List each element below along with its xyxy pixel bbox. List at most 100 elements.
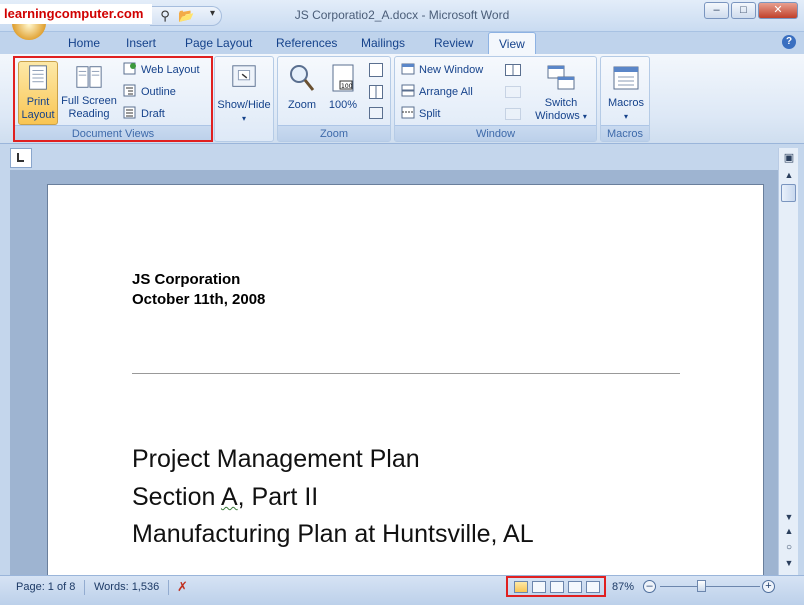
macros-icon	[613, 66, 639, 90]
switch-windows-button[interactable]: Switch Windows ▾	[531, 61, 591, 127]
draft-icon	[123, 106, 136, 119]
outline-button[interactable]: Outline	[123, 83, 176, 101]
zoom-in-icon[interactable]: +	[762, 580, 775, 593]
split-button[interactable]: Split	[401, 105, 440, 123]
arrange-all-button[interactable]: Arrange All	[401, 83, 473, 101]
outline-icon	[123, 84, 136, 97]
group-zoom: Zoom 100 100% Zoom	[277, 56, 391, 142]
new-window-icon	[401, 63, 415, 75]
switch-windows-label-1: Switch	[544, 97, 578, 109]
print-layout-label-2: Layout	[21, 109, 55, 121]
ribbon: Print Layout Full Screen Reading Web Lay…	[0, 54, 804, 144]
tab-view[interactable]: View	[488, 32, 536, 55]
print-layout-button[interactable]: Print Layout	[18, 61, 58, 125]
tab-page-layout[interactable]: Page Layout	[185, 36, 252, 50]
scroll-up-icon[interactable]: ▲	[781, 170, 797, 180]
tab-insert[interactable]: Insert	[126, 36, 156, 50]
group-label-zoom: Zoom	[278, 125, 390, 141]
status-print-layout-icon[interactable]	[514, 581, 528, 593]
status-outline-icon[interactable]	[568, 581, 582, 593]
arrange-all-icon	[401, 84, 415, 97]
two-pages-icon[interactable]	[369, 85, 383, 99]
help-icon[interactable]: ?	[782, 35, 796, 49]
status-full-screen-reading-icon[interactable]	[532, 581, 546, 593]
tab-references[interactable]: References	[276, 36, 337, 50]
watermark: learningcomputer.com	[0, 4, 152, 24]
zoom-out-icon[interactable]: –	[643, 580, 656, 593]
switch-windows-dropdown-icon: ▾	[582, 112, 587, 121]
doc-title-line-3: Manufacturing Plan at Huntsville, AL	[132, 520, 534, 548]
title-bar: learningcomputer.com ⚲ 📂 ▾ JS Corporatio…	[0, 0, 804, 32]
group-window: New Window Arrange All Split Switch Wind…	[394, 56, 597, 142]
macros-label: Macros	[607, 97, 645, 109]
ribbon-tabs: Home Insert Page Layout References Maili…	[0, 32, 804, 55]
document-area[interactable]: JS Corporation October 11th, 2008 Projec…	[10, 170, 778, 575]
select-browse-object-icon[interactable]: ○	[781, 542, 797, 553]
globe-icon	[123, 62, 136, 75]
page-count[interactable]: Page: 1 of 8	[16, 581, 75, 593]
header-date: October 11th, 2008	[132, 291, 266, 308]
document-page[interactable]: JS Corporation October 11th, 2008 Projec…	[47, 184, 764, 575]
proofing-errors-icon[interactable]: ✗	[177, 579, 188, 595]
print-layout-icon	[29, 65, 47, 90]
doc-title-line-2: Section A, Part II	[132, 483, 319, 511]
status-draft-icon[interactable]	[586, 581, 600, 593]
full-screen-reading-label-1: Full Screen	[61, 95, 117, 107]
group-document-views: Print Layout Full Screen Reading Web Lay…	[14, 56, 212, 142]
group-macros: Macros ▾ Macros	[600, 56, 650, 142]
doc-title-line-1: Project Management Plan	[132, 445, 420, 473]
group-label-document-views: Document Views	[15, 125, 211, 141]
zoom-button[interactable]: Zoom	[282, 61, 322, 121]
draft-button[interactable]: Draft	[123, 105, 165, 123]
zoom-slider-track[interactable]	[660, 586, 760, 587]
previous-page-icon[interactable]: ▲	[781, 526, 797, 536]
new-window-button[interactable]: New Window	[401, 61, 483, 79]
close-button[interactable]: ✕	[758, 2, 798, 19]
status-bar: Page: 1 of 8 Words: 1,536 ✗ 87% – +	[0, 575, 804, 605]
print-layout-label-1: Print	[26, 96, 50, 108]
status-web-layout-icon[interactable]	[550, 581, 564, 593]
zoom-100-button[interactable]: 100 100%	[324, 61, 362, 121]
one-page-icon[interactable]	[369, 63, 383, 77]
zoom-100-label: 100%	[328, 99, 358, 111]
switch-windows-label-2: Windows ▾	[535, 110, 587, 122]
reset-window-position-icon	[505, 108, 521, 120]
header-company: JS Corporation	[132, 271, 241, 288]
scroll-thumb[interactable]	[781, 184, 796, 202]
tab-home[interactable]: Home	[68, 36, 100, 50]
split-icon	[401, 106, 415, 119]
show-hide-dropdown-icon: ▾	[241, 114, 246, 123]
tab-review[interactable]: Review	[434, 36, 473, 50]
macros-button[interactable]: Macros ▾	[603, 61, 649, 127]
zoom-100-icon: 100	[332, 64, 354, 92]
next-page-icon[interactable]: ▼	[781, 558, 797, 568]
web-layout-button[interactable]: Web Layout	[123, 61, 200, 79]
minimize-button[interactable]: –	[704, 2, 729, 19]
full-screen-reading-label-2: Reading	[68, 108, 110, 120]
group-label-macros: Macros	[601, 125, 649, 141]
view-side-by-side-icon[interactable]	[505, 64, 521, 76]
show-hide-button[interactable]: Show/Hide ▾	[215, 61, 273, 127]
tab-selector[interactable]	[10, 148, 32, 168]
maximize-button[interactable]: □	[731, 2, 756, 19]
macros-dropdown-icon: ▾	[623, 112, 628, 121]
full-screen-reading-icon	[76, 66, 102, 88]
group-label-window: Window	[395, 125, 596, 141]
show-hide-icon	[232, 65, 256, 87]
horizontal-rule	[132, 373, 680, 374]
svg-text:100: 100	[341, 83, 353, 90]
view-ruler-icon[interactable]: ▣	[781, 151, 797, 164]
tab-mailings[interactable]: Mailings	[361, 36, 405, 50]
zoom-slider-thumb[interactable]	[697, 580, 706, 592]
zoom-button-label: Zoom	[287, 99, 317, 111]
spelling-flag: A	[220, 483, 238, 511]
word-count[interactable]: Words: 1,536	[94, 581, 159, 593]
full-screen-reading-button[interactable]: Full Screen Reading	[59, 61, 119, 125]
switch-windows-icon	[547, 65, 575, 90]
group-show-hide: Show/Hide ▾	[214, 56, 274, 142]
page-width-icon[interactable]	[369, 107, 383, 119]
vertical-scrollbar[interactable]: ▣ ▲ ▼ ▲ ○ ▼	[778, 148, 798, 575]
zoom-level[interactable]: 87%	[612, 581, 634, 593]
left-tab-icon	[17, 153, 24, 162]
scroll-down-icon[interactable]: ▼	[781, 512, 797, 522]
